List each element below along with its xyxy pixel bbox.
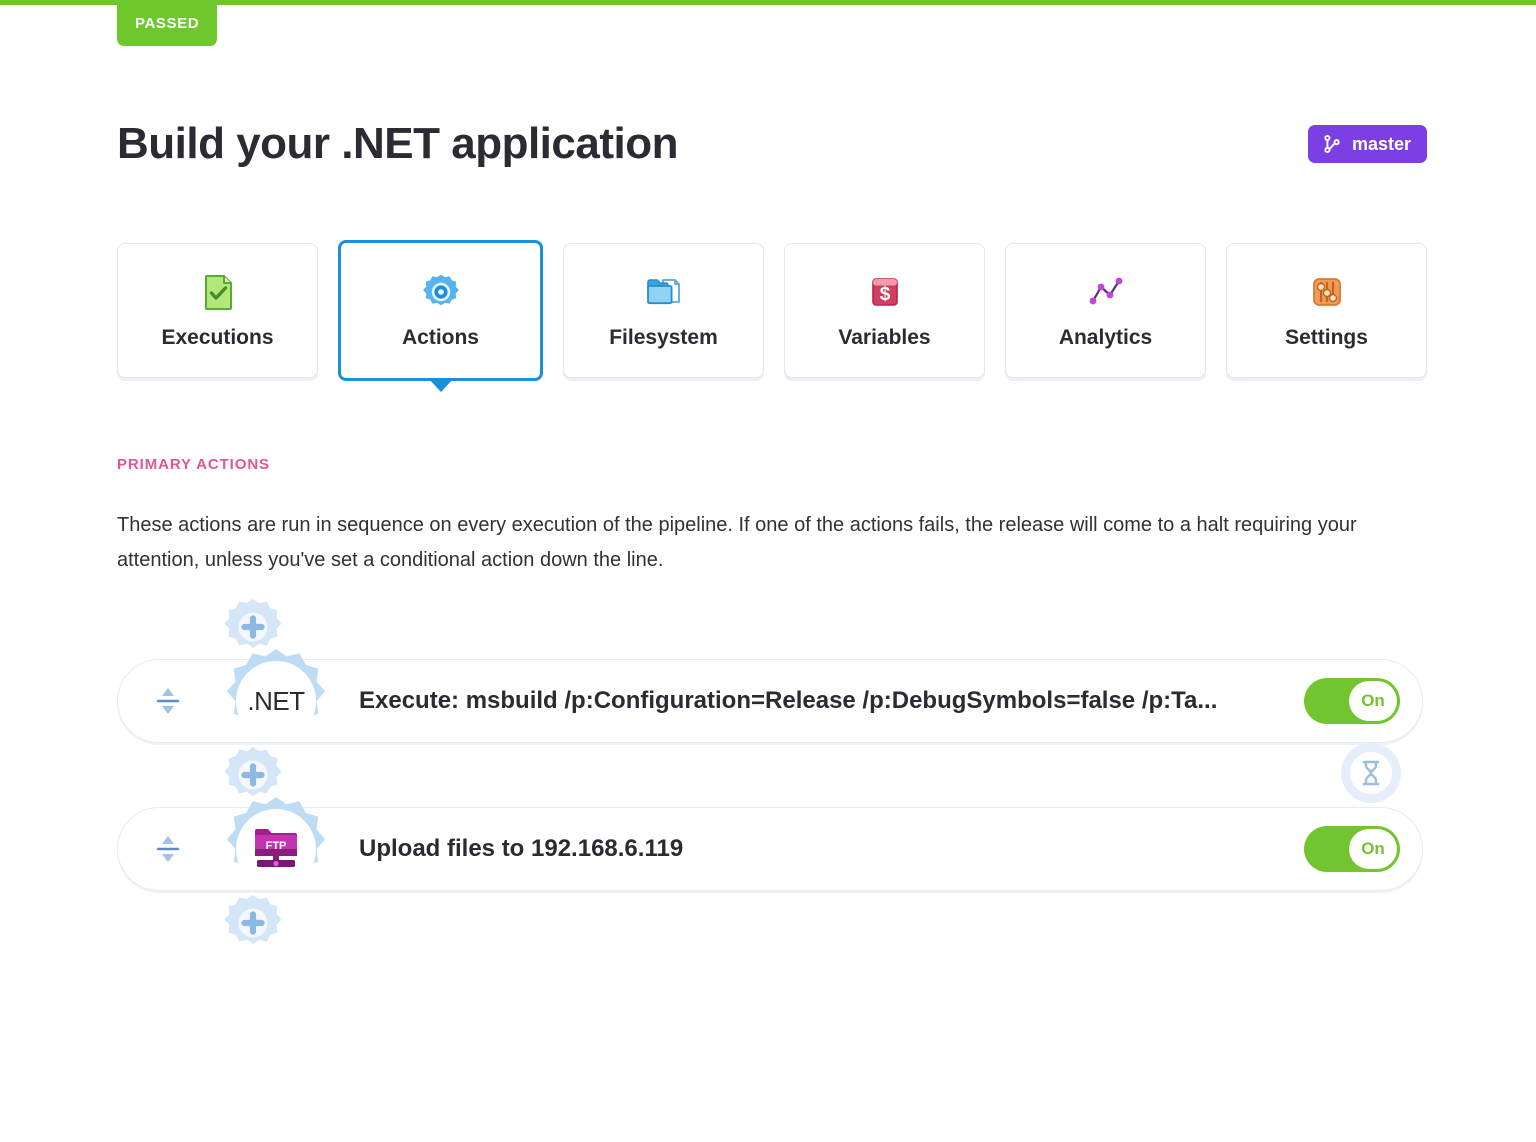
document-check-icon [198, 272, 238, 312]
tab-settings-label: Settings [1285, 325, 1368, 349]
action-timer-button[interactable] [1341, 743, 1401, 803]
action-icon-ftp[interactable]: FTP [221, 794, 331, 904]
tab-actions[interactable]: Actions [338, 240, 543, 392]
drag-handle[interactable] [148, 679, 188, 723]
action-toggle[interactable]: On [1304, 826, 1400, 872]
action-title: Execute: msbuild /p:Configuration=Releas… [359, 687, 1218, 714]
pipeline-page: PASSED Build your .NET application maste… [0, 0, 1536, 1142]
page-title: Build your .NET application [117, 119, 678, 168]
active-tab-pointer [427, 378, 454, 392]
status-badge: PASSED [117, 0, 218, 46]
tab-filesystem-label: Filesystem [609, 325, 718, 349]
action-toggle-label: On [1349, 829, 1397, 869]
action-row: Upload files to 192.168.6.119 On FTP [117, 797, 1427, 891]
git-branch-icon [1321, 133, 1343, 155]
action-title: Upload files to 192.168.6.119 [359, 835, 684, 862]
branch-badge[interactable]: master [1307, 125, 1427, 163]
action-toggle[interactable]: On [1304, 678, 1400, 724]
action-icon-inner: .NET [221, 646, 331, 756]
tab-variables[interactable]: $ Variables [784, 243, 985, 378]
status-top-bar [0, 0, 1536, 5]
dollar-box-icon: $ [865, 272, 905, 312]
section-description: These actions are run in sequence on eve… [117, 514, 1357, 571]
svg-text:FTP: FTP [266, 840, 287, 852]
action-icon-inner: FTP [221, 794, 331, 904]
status-badge-label: PASSED [135, 14, 200, 32]
action-icon-dotnet[interactable]: .NET [221, 646, 331, 756]
tab-executions[interactable]: Executions [117, 243, 318, 378]
line-chart-icon [1086, 272, 1126, 312]
branch-badge-label: master [1351, 133, 1411, 154]
drag-handle[interactable] [148, 827, 188, 871]
action-row: Execute: msbuild /p:Configuration=Releas… [117, 649, 1427, 743]
tab-analytics-label: Analytics [1058, 325, 1153, 349]
actions-pipeline: Execute: msbuild /p:Configuration=Releas… [117, 595, 1427, 955]
tab-variables-label: Variables [838, 325, 931, 349]
sliders-icon [1307, 272, 1347, 312]
gear-icon [421, 272, 461, 312]
section-label: PRIMARY ACTIONS [117, 456, 270, 473]
tab-bar: Executions Actions Filesystem $ Variable… [117, 240, 1427, 392]
folder-file-icon [644, 272, 684, 312]
hourglass-icon [1350, 752, 1392, 794]
tab-analytics[interactable]: Analytics [1005, 243, 1206, 378]
action-toggle-label: On [1349, 681, 1397, 721]
header: Build your .NET application master [117, 108, 1427, 180]
tab-filesystem[interactable]: Filesystem [563, 243, 764, 378]
dotnet-icon: .NET [247, 685, 305, 716]
svg-text:$: $ [879, 284, 890, 305]
ftp-folder-icon: FTP [252, 824, 300, 875]
tab-actions-label: Actions [401, 325, 479, 349]
tab-executions-label: Executions [161, 325, 274, 349]
tab-settings[interactable]: Settings [1226, 243, 1427, 378]
